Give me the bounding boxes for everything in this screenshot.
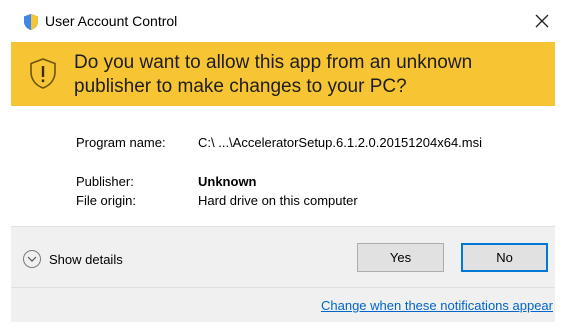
uac-shield-icon: [22, 13, 40, 31]
app-info: Program name: C:\ ...\AcceleratorSetup.6…: [11, 106, 555, 226]
yes-button[interactable]: Yes: [357, 243, 444, 272]
warning-shield-icon: [28, 57, 58, 90]
dialog-footer: Show details Yes No Change when these no…: [11, 226, 555, 322]
prompt-question: Do you want to allow this app from an un…: [74, 52, 473, 97]
chevron-down-icon: [23, 250, 41, 268]
program-name-label: Program name:: [76, 135, 166, 150]
show-details-toggle[interactable]: Show details: [23, 249, 123, 269]
show-details-label: Show details: [49, 251, 123, 267]
uac-dialog: User Account Control Do you want to allo…: [0, 0, 566, 331]
close-button[interactable]: [529, 8, 555, 34]
title-bar: User Account Control: [0, 0, 566, 42]
window-title: User Account Control: [45, 13, 178, 29]
prompt-banner: Do you want to allow this app from an un…: [11, 42, 555, 106]
file-origin-label: File origin:: [76, 193, 136, 208]
footer-divider: [11, 287, 555, 288]
publisher-label: Publisher:: [76, 174, 134, 189]
program-name-value: C:\ ...\AcceleratorSetup.6.1.2.0.2015120…: [198, 135, 483, 150]
change-notifications-link[interactable]: Change when these notifications appear: [321, 298, 553, 313]
publisher-value: Unknown: [198, 174, 257, 189]
close-icon: [535, 14, 549, 28]
no-button[interactable]: No: [461, 243, 548, 272]
file-origin-value: Hard drive on this computer: [198, 193, 358, 208]
